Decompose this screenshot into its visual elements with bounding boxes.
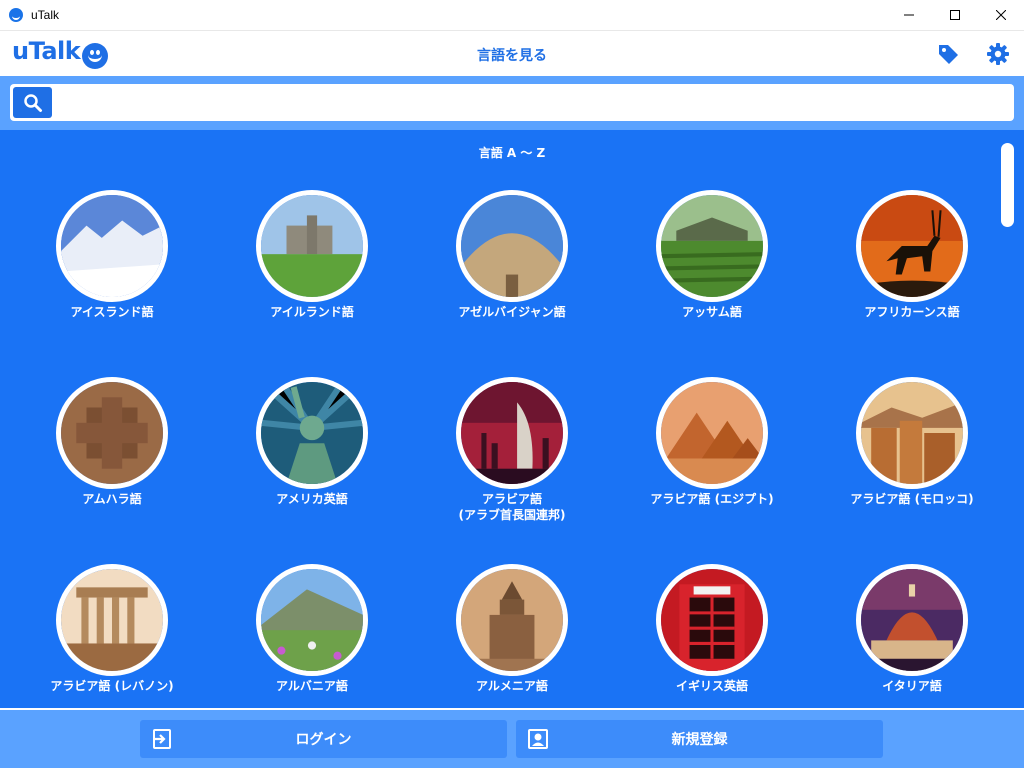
search-bar	[0, 76, 1024, 130]
language-list: 言語 A 〜 Z アイスランド語 アイルランド語 アゼルバイジャン語 アッサム語…	[0, 130, 1024, 708]
language-label: アルメニア語	[476, 679, 548, 693]
language-label: アラビア語 (レバノン)	[50, 679, 174, 693]
language-tile[interactable]: アラビア語 (モロッコ)	[812, 377, 1012, 557]
section-title: 言語 A 〜 Z	[478, 146, 546, 160]
window-controls	[886, 0, 1024, 30]
language-label: アメリカ英語	[276, 492, 348, 506]
florence-dome-image	[856, 564, 968, 676]
language-label: アイスランド語	[70, 305, 154, 319]
gear-icon[interactable]	[986, 42, 1010, 66]
mountain-flowers-image	[256, 564, 368, 676]
language-tile[interactable]: アラビア語 (アラブ首長国連邦)	[412, 377, 612, 557]
kasbah-image	[856, 377, 968, 489]
register-label: 新規登録	[671, 732, 728, 748]
language-label: アラビア語 (エジプト)	[650, 492, 774, 506]
language-label: アゼルバイジャン語	[458, 305, 566, 319]
language-label: イギリス英語	[675, 679, 748, 693]
language-tile[interactable]: アムハラ語	[12, 377, 212, 557]
pyramids-image	[656, 377, 768, 489]
rock-church-image	[56, 377, 168, 489]
close-button[interactable]	[978, 0, 1024, 30]
armenian-church-image	[456, 564, 568, 676]
tea-plantation-image	[656, 190, 768, 302]
login-icon	[153, 729, 171, 749]
maximize-icon	[950, 10, 960, 20]
window-titlebar: uTalk	[0, 0, 1024, 30]
language-tile[interactable]: アフリカーンス語	[812, 190, 1012, 370]
minimize-icon	[904, 14, 914, 16]
snowy-mountains-image	[56, 190, 168, 302]
close-icon	[996, 10, 1006, 20]
language-label: アラビア語 (アラブ首長国連邦)	[458, 492, 566, 522]
language-tile[interactable]: アラビア語 (レバノン)	[12, 564, 212, 708]
minimize-button[interactable]	[886, 0, 932, 30]
language-label: アッサム語	[682, 305, 742, 319]
castle-ruins-image	[256, 190, 368, 302]
app-header: uTalk 言語を見る	[0, 30, 1024, 76]
language-tile[interactable]: アルバニア語	[212, 564, 412, 708]
language-tile[interactable]: イタリア語	[812, 564, 1012, 708]
login-label: ログイン	[295, 732, 352, 748]
maximize-button[interactable]	[932, 0, 978, 30]
user-profile-icon	[528, 729, 548, 749]
app-icon	[9, 8, 23, 22]
language-label: アラビア語 (モロッコ)	[850, 492, 974, 506]
language-tile[interactable]: アルメニア語	[412, 564, 612, 708]
language-tile[interactable]: アッサム語	[612, 190, 812, 370]
language-label: アイルランド語	[270, 305, 354, 319]
register-button[interactable]: 新規登録	[516, 720, 883, 758]
statue-of-liberty-image	[256, 377, 368, 489]
search-input[interactable]	[60, 84, 1004, 121]
page-title: 言語を見る	[477, 48, 547, 64]
language-tile[interactable]: アメリカ英語	[212, 377, 412, 557]
baalbek-columns-image	[56, 564, 168, 676]
language-tile[interactable]: アイルランド語	[212, 190, 412, 370]
language-tile[interactable]: イギリス英語	[612, 564, 812, 708]
search-box	[10, 84, 1014, 121]
search-button[interactable]	[13, 87, 52, 118]
language-tile[interactable]: アイスランド語	[12, 190, 212, 370]
login-button[interactable]: ログイン	[140, 720, 507, 758]
footer-bar: ログイン 新規登録	[0, 708, 1024, 768]
search-icon	[23, 93, 42, 112]
dubai-skyline-image	[456, 377, 568, 489]
oryx-sunset-image	[856, 190, 968, 302]
language-tile[interactable]: アラビア語 (エジプト)	[612, 377, 812, 557]
red-phone-box-image	[656, 564, 768, 676]
language-label: アムハラ語	[82, 492, 142, 506]
window-title: uTalk	[31, 8, 60, 22]
language-label: アルバニア語	[276, 679, 348, 693]
dome-building-image	[456, 190, 568, 302]
language-label: アフリカーンス語	[864, 305, 960, 319]
language-tile[interactable]: アゼルバイジャン語	[412, 190, 612, 370]
tag-icon[interactable]	[936, 42, 960, 66]
language-label: イタリア語	[882, 679, 942, 693]
